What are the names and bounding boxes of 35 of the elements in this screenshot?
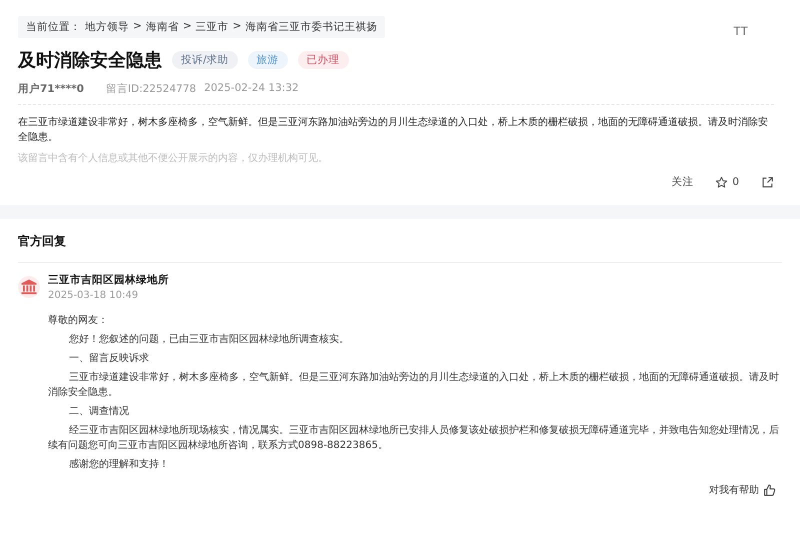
user-name: 用户71****0	[18, 82, 84, 96]
star-icon	[715, 176, 728, 188]
building-icon	[18, 276, 40, 298]
font-size-button[interactable]: TT	[725, 20, 756, 42]
breadcrumb-link[interactable]: 海南省三亚市委书记王祺扬	[245, 20, 378, 34]
reply-paragraph: 一、留言反映诉求	[68, 352, 150, 366]
section-heading: 官方回复	[18, 219, 782, 263]
breadcrumb-link[interactable]: 地方领导	[85, 20, 129, 34]
tag: 投诉/求助	[172, 51, 238, 69]
breadcrumb-label: 当前位置：	[26, 20, 81, 34]
breadcrumb-separator: >	[182, 20, 192, 34]
reply-paragraph: 经三亚市吉阳区园林绿地所现场核实，情况属实。三亚市吉阳区园林绿地所已安排人员修复该处破损护栏和修复破损无障碍通道完毕，并致电告知您处理情况，后续有问题您可向三亚市吉阳区园林绿地所咨询，联系方式0898-88223865。	[48, 424, 780, 453]
helpful-button[interactable]: 对我有帮助	[703, 482, 782, 498]
reply-paragraph: 您好！您叙述的问题，已由三亚市吉阳区园林绿地所调查核实。	[68, 332, 350, 347]
share-icon	[761, 176, 774, 188]
like-button[interactable]: 0	[711, 173, 743, 191]
message-text: 在三亚市绿道建设非常好，树木多座椅多，空气新鲜。但是三亚河东路加油站旁边的月川生态绿道的入口处，桥上木质的栅栏破损，地面的无障碍通道破损。请及时消除安全隐患。	[18, 116, 769, 145]
follow-button[interactable]: 关注	[667, 173, 698, 191]
reply-time: 2025-03-18 10:49	[48, 290, 140, 301]
post-time: 2025-02-24 13:32	[204, 82, 299, 96]
reply-paragraph: 尊敬的网友：	[48, 314, 109, 328]
message-id: 留言ID:22524778	[106, 82, 196, 96]
reply-paragraph: 感谢您的理解和支持！	[68, 458, 170, 472]
tag: 旅游	[248, 51, 288, 69]
reply-paragraph: 三亚市绿道建设非常好，树木多座椅多，空气新鲜。但是三亚河东路加油站旁边的月川生态绿道的入口处，桥上木质的栅栏破损，地面的无障碍通道破损。请及时消除安全隐患。	[48, 370, 780, 400]
privacy-note: 该留言中含有个人信息或其他不便公开展示的内容，仅办理机构可见。	[18, 152, 329, 165]
breadcrumb-link[interactable]: 海南省	[146, 20, 179, 34]
tag: 已办理	[298, 51, 349, 69]
breadcrumb-separator: >	[232, 20, 242, 34]
page-title: 及时消除安全隐患	[18, 49, 162, 72]
organization-name: 三亚市吉阳区园林绿地所	[48, 273, 169, 287]
thumbs-up-icon	[763, 484, 776, 496]
reply-paragraph: 二、调查情况	[68, 404, 130, 419]
breadcrumb-separator: >	[133, 20, 142, 34]
breadcrumb-link[interactable]: 三亚市	[196, 20, 229, 34]
